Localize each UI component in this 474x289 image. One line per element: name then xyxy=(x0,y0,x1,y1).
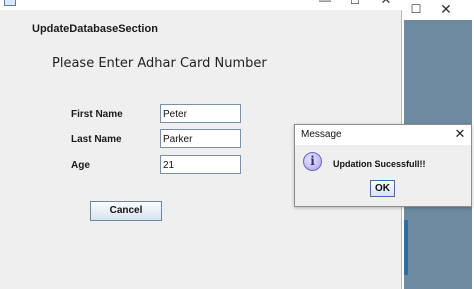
cancel-button[interactable]: Cancel xyxy=(90,201,162,221)
age-field[interactable]: 21 xyxy=(160,155,241,174)
app-window-icon xyxy=(4,0,16,6)
background-window-strip xyxy=(404,220,408,275)
dialog-titlebar: Message ✕ xyxy=(295,125,471,145)
last-name-label: Last Name xyxy=(71,134,122,145)
info-icon: i xyxy=(303,152,322,171)
section-title: UpdateDatabaseSection xyxy=(32,23,158,35)
background-maximize-icon[interactable]: ☐ xyxy=(410,3,422,16)
background-window-titlebar: ☐ ✕ xyxy=(401,0,474,20)
prompt-label: Please Enter Adhar Card Number xyxy=(52,56,267,71)
dialog-title: Message xyxy=(301,129,342,140)
first-name-label: First Name xyxy=(71,109,123,120)
dialog-close-icon[interactable]: ✕ xyxy=(453,127,467,141)
minimize-icon[interactable]: — xyxy=(318,0,332,6)
first-name-field[interactable]: Peter xyxy=(160,104,241,123)
background-close-icon[interactable]: ✕ xyxy=(439,2,453,16)
ok-button[interactable]: OK xyxy=(370,180,395,197)
message-dialog: Message ✕ i Updation Sucessfull!! OK xyxy=(294,124,472,207)
main-window-titlebar: — ☐ ✕ xyxy=(0,0,402,10)
dialog-message: Updation Sucessfull!! xyxy=(333,159,426,169)
maximize-icon[interactable]: ☐ xyxy=(348,0,362,7)
close-icon[interactable]: ✕ xyxy=(379,0,393,6)
last-name-field[interactable]: Parker xyxy=(160,129,241,148)
age-label: Age xyxy=(71,160,90,171)
